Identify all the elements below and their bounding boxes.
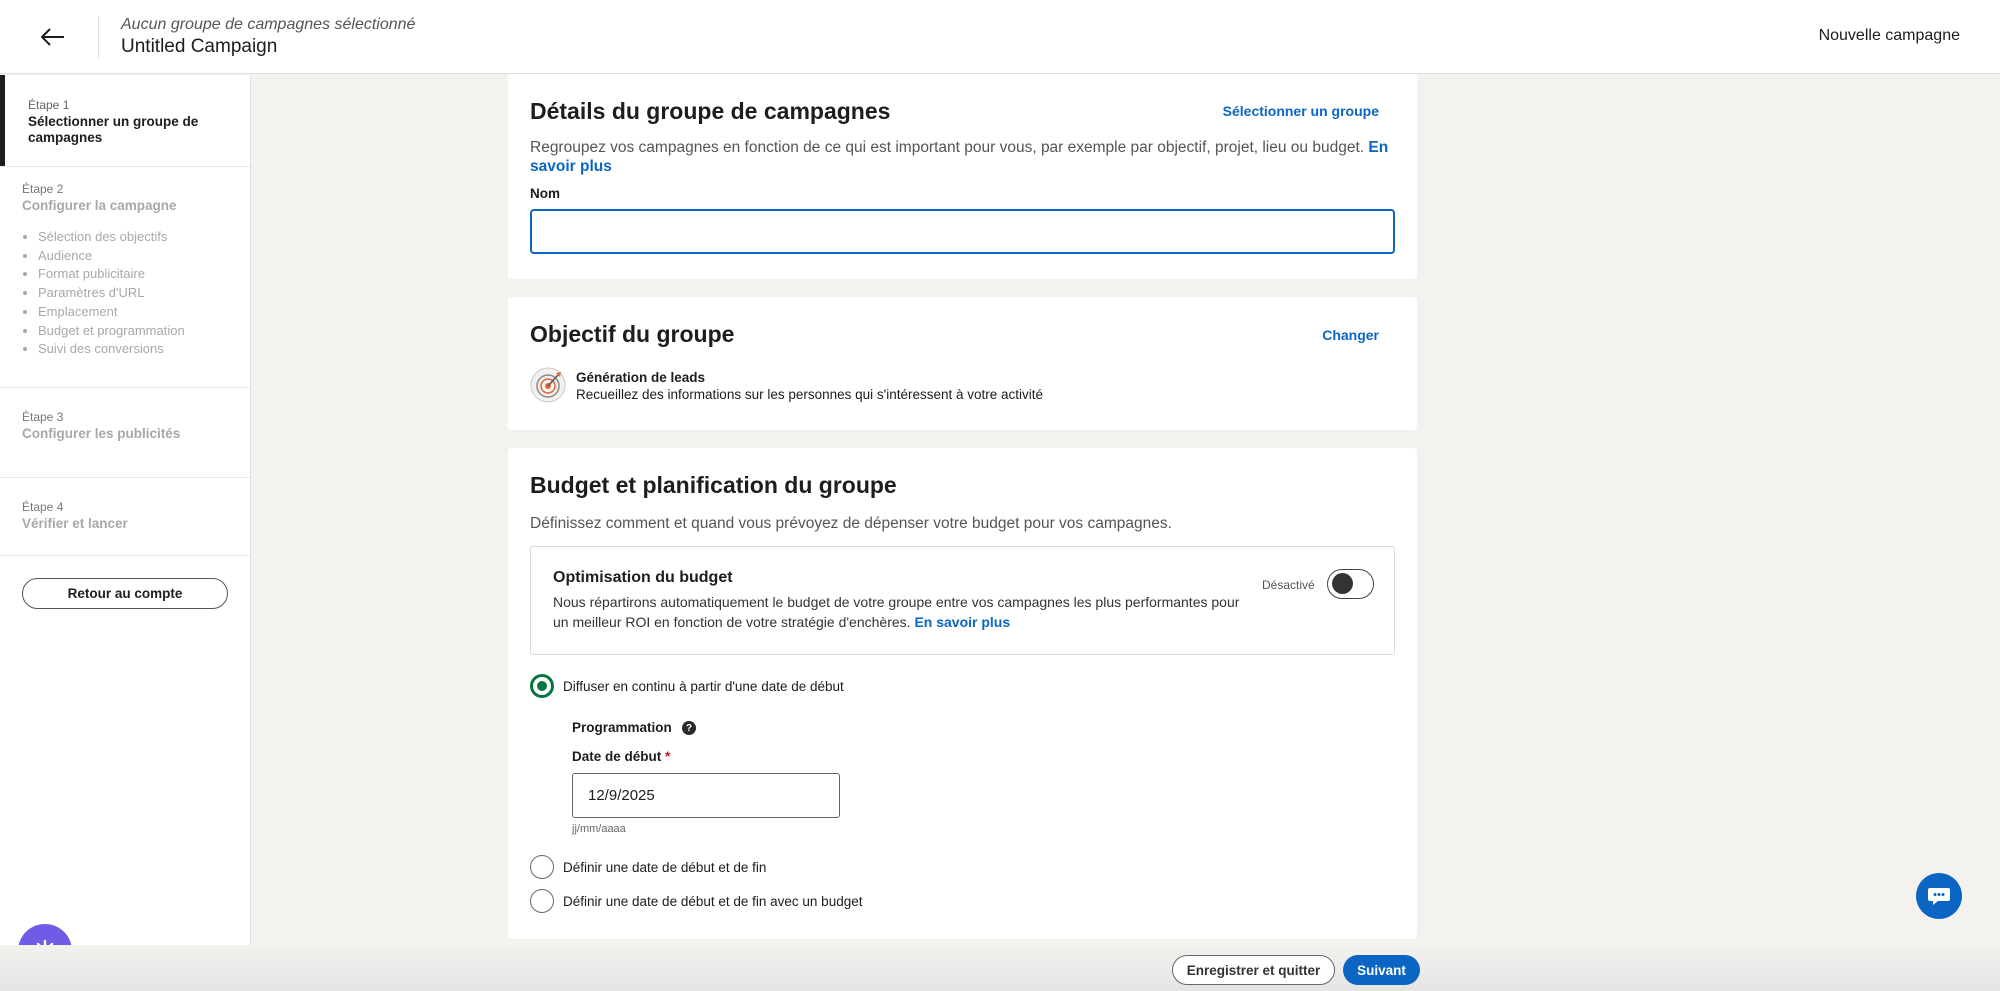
required-asterisk: * bbox=[665, 749, 671, 764]
substep-conversions: Suivi des conversions bbox=[38, 340, 250, 359]
substep-placement: Emplacement bbox=[38, 303, 250, 322]
budget-description: Définissez comment et quand vous prévoye… bbox=[530, 515, 1172, 532]
name-label: Nom bbox=[530, 186, 560, 201]
campaign-group-details-card: Détails du groupe de campagnes Sélection… bbox=[508, 74, 1417, 279]
step-number: Étape 1 bbox=[28, 98, 70, 112]
details-description-text: Regroupez vos campagnes en fonction de c… bbox=[530, 139, 1365, 156]
objective-title: Génération de leads bbox=[576, 370, 706, 385]
optimization-state-label: Désactivé bbox=[1262, 578, 1315, 592]
optimization-title: Optimisation du budget bbox=[553, 569, 733, 586]
details-heading: Détails du groupe de campagnes bbox=[530, 98, 891, 124]
step-number: Étape 3 bbox=[22, 410, 64, 424]
save-and-quit-button[interactable]: Enregistrer et quitter bbox=[1172, 955, 1335, 985]
campaign-group-status: Aucun groupe de campagnes sélectionné bbox=[121, 16, 416, 33]
step-title: Vérifier et lancer bbox=[22, 516, 128, 531]
top-header: Aucun groupe de campagnes sélectionné Un… bbox=[0, 0, 2000, 74]
optimization-learn-more-link[interactable]: En savoir plus bbox=[914, 614, 1010, 630]
new-campaign-label: Nouvelle campagne bbox=[1818, 27, 1960, 44]
footer-bar bbox=[0, 945, 2000, 991]
step-2-substeps: Sélection des objectifs Audience Format … bbox=[38, 228, 250, 359]
back-arrow-icon[interactable] bbox=[38, 22, 68, 52]
optimization-description-text: Nous répartirons automatiquement le budg… bbox=[553, 594, 1240, 630]
objective-heading: Objectif du groupe bbox=[530, 321, 735, 347]
step-3: Étape 3 Configurer les publicités bbox=[0, 388, 250, 478]
step-4: Étape 4 Vérifier et lancer bbox=[0, 478, 250, 556]
radio-button[interactable] bbox=[530, 855, 554, 879]
substep-ad-format: Format publicitaire bbox=[38, 265, 250, 284]
start-date-label: Date de début * bbox=[572, 749, 670, 764]
substep-audience: Audience bbox=[38, 247, 250, 266]
chat-bubble-icon bbox=[1928, 888, 1950, 905]
objective-description: Recueillez des informations sur les pers… bbox=[576, 387, 1044, 402]
start-date-input[interactable] bbox=[572, 773, 840, 818]
optimization-description: Nous répartirons automatiquement le budg… bbox=[553, 592, 1253, 632]
budget-optimization-box: Optimisation du budget Nous répartirons … bbox=[530, 546, 1395, 655]
question-help-icon[interactable]: ? bbox=[682, 721, 696, 735]
radio-button[interactable] bbox=[530, 889, 554, 913]
details-description: Regroupez vos campagnes en fonction de c… bbox=[530, 138, 1390, 176]
steps-sidebar: Étape 1 Sélectionner un groupe de campag… bbox=[0, 75, 251, 991]
step-title: Configurer les publicités bbox=[22, 426, 181, 441]
step-title: Sélectionner un groupe de campagnes bbox=[28, 114, 199, 145]
group-name-input[interactable] bbox=[530, 209, 1395, 254]
header-divider bbox=[98, 16, 99, 58]
radio-label: Définir une date de début et de fin avec… bbox=[563, 893, 863, 909]
step-1[interactable]: Étape 1 Sélectionner un groupe de campag… bbox=[0, 75, 250, 167]
next-button[interactable]: Suivant bbox=[1343, 955, 1420, 985]
chat-support-button[interactable] bbox=[1916, 873, 1962, 919]
step-number: Étape 2 bbox=[22, 182, 64, 196]
budget-optimization-toggle[interactable] bbox=[1327, 569, 1374, 599]
start-date-label-text: Date de début bbox=[572, 749, 662, 764]
toggle-knob bbox=[1332, 573, 1353, 594]
budget-scheduling-card: Budget et planification du groupe Défini… bbox=[508, 448, 1417, 939]
change-objective-link[interactable]: Changer bbox=[1322, 327, 1379, 343]
radio-button-checked[interactable] bbox=[530, 674, 554, 698]
step-title: Configurer la campagne bbox=[22, 198, 177, 213]
campaign-title: Untitled Campaign bbox=[121, 36, 278, 57]
group-objective-card: Objectif du groupe Changer Génération de… bbox=[508, 297, 1417, 430]
select-group-link[interactable]: Sélectionner un groupe bbox=[1223, 103, 1379, 119]
radio-continuous[interactable]: Diffuser en continu à partir d'une date … bbox=[530, 674, 844, 698]
substep-url-params: Paramètres d'URL bbox=[38, 284, 250, 303]
target-icon bbox=[530, 367, 566, 403]
radio-start-end-budget[interactable]: Définir une date de début et de fin avec… bbox=[530, 889, 862, 913]
budget-heading: Budget et planification du groupe bbox=[530, 472, 897, 498]
step-number: Étape 4 bbox=[22, 500, 64, 514]
schedule-label: Programmation bbox=[572, 720, 672, 735]
substep-budget: Budget et programmation bbox=[38, 322, 250, 341]
back-to-account-button[interactable]: Retour au compte bbox=[22, 578, 228, 609]
substep-objectives: Sélection des objectifs bbox=[38, 228, 250, 247]
step-2: Étape 2 Configurer la campagne Sélection… bbox=[0, 167, 250, 388]
radio-label: Diffuser en continu à partir d'une date … bbox=[563, 678, 844, 694]
radio-start-end[interactable]: Définir une date de début et de fin bbox=[530, 855, 766, 879]
radio-label: Définir une date de début et de fin bbox=[563, 859, 767, 875]
date-format-hint: jj/mm/aaaa bbox=[572, 823, 626, 835]
